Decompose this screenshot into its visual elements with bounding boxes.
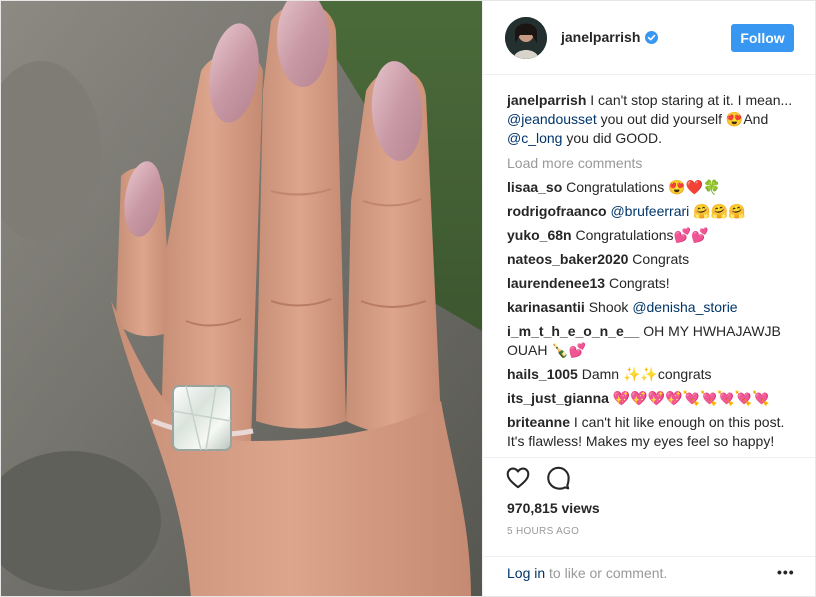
post-header: janelparrish Follow [483,1,815,75]
comment-username[interactable]: yuko_68n [507,227,572,243]
caption-text: you out did yourself 😍And [596,111,769,127]
verified-badge-icon [645,31,658,44]
comment-bubble-icon[interactable] [545,465,571,491]
comment-username[interactable]: nateos_baker2020 [507,251,628,267]
mention-link[interactable]: @jeandousset [507,111,597,127]
comment-text: Damn ✨✨congrats [577,366,712,382]
load-more-comments-link[interactable]: Load more comments [507,154,799,173]
login-prompt-text: to like or comment. [545,565,668,581]
comment-username[interactable]: rodrigofraanco [507,203,607,219]
more-options-icon[interactable]: ••• [777,564,795,580]
caption-text: you did GOOD. [562,130,663,146]
post-actions: 970,815 views 5 HOURS AGO Log in to like… [483,457,815,596]
comment-item: nateos_baker2020 Congrats [507,250,799,269]
comment-username[interactable]: laurendenee13 [507,275,605,291]
caption-text: I can't stop staring at it. I mean... [586,92,793,108]
mention-link[interactable]: @c_long [507,130,562,146]
comment-username[interactable]: i_m_t_h_e_o_n_e__ [507,323,639,339]
comment-text: Shook [584,299,633,315]
follow-button[interactable]: Follow [731,24,794,52]
post-photo[interactable] [1,1,482,596]
comment-text: Congrats [628,251,690,267]
comment-username[interactable]: lisaa_so [507,179,562,195]
comment-text: Congrats! [605,275,670,291]
comment-item: i_m_t_h_e_o_n_e__ OH MY HWHAJAWJB OUAH 🍾… [507,322,799,360]
comment-item: lisaa_so Congratulations 😍❤️🍀 [507,178,799,197]
caption-username[interactable]: janelparrish [507,92,586,108]
comment-item: rodrigofraanco @brufeerrari 🤗🤗🤗 [507,202,799,221]
comment-username[interactable]: karinasantii [507,299,585,315]
comment-item: its_just_gianna 💖💖💖💖💘💘💘💘💘 [507,389,799,408]
view-count[interactable]: 970,815 views [507,500,600,516]
username-link[interactable]: janelparrish [561,29,640,45]
mention-link[interactable]: @denisha_storie [632,299,737,315]
comment-username[interactable]: its_just_gianna [507,390,609,406]
comment-text: 💖💖💖💖💘💘💘💘💘 [608,390,770,406]
login-link[interactable]: Log in [507,565,545,581]
heart-icon[interactable] [505,465,531,491]
instagram-post: janelparrish Follow janelparrish I can't… [0,0,816,597]
post-caption: janelparrish I can't stop staring at it.… [507,91,799,148]
hand-with-ring-image [1,1,482,596]
mention-link[interactable]: @brufeerrari [610,203,689,219]
comment-text: 🤗🤗🤗 [689,203,746,219]
post-details-panel: janelparrish Follow janelparrish I can't… [482,1,815,596]
comment-item: laurendenee13 Congrats! [507,274,799,293]
avatar[interactable] [505,17,547,59]
post-timestamp: 5 HOURS AGO [507,526,580,537]
login-prompt: Log in to like or comment. [507,565,667,581]
comment-text: Congratulations 😍❤️🍀 [562,179,721,195]
comments-list[interactable]: janelparrish I can't stop staring at it.… [507,91,799,457]
comment-item: hails_1005 Damn ✨✨congrats [507,365,799,384]
comment-text: Congratulations💕💕 [571,227,709,243]
comment-item: karinasantii Shook @denisha_storie [507,298,799,317]
comment-item: briteanne I can't hit like enough on thi… [507,413,799,451]
comment-username[interactable]: hails_1005 [507,366,578,382]
comment-username[interactable]: briteanne [507,414,570,430]
comment-item: yuko_68n Congratulations💕💕 [507,226,799,245]
avatar-image [505,17,547,59]
